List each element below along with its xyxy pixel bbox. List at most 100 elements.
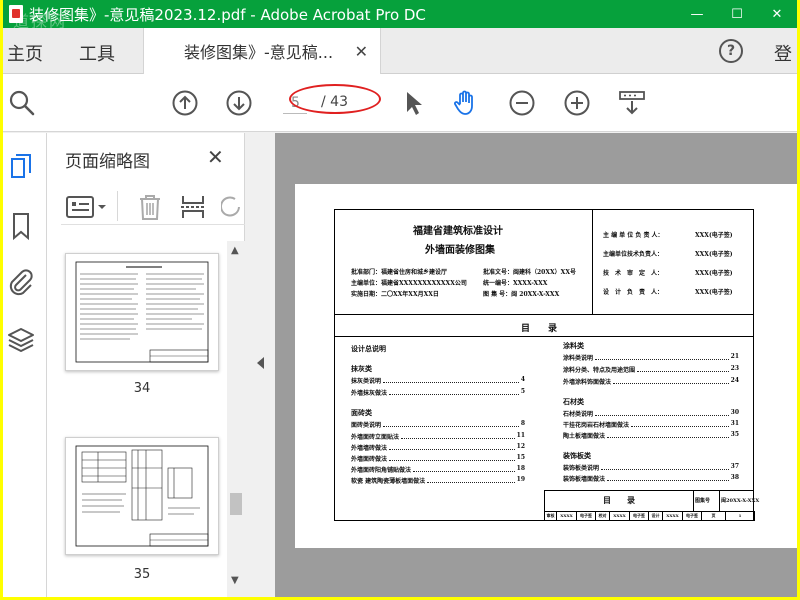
panel-toolbar-divider (117, 191, 118, 221)
thumbnail-label-35: 35 (133, 567, 151, 582)
toc-entry-text: 抹灰类 (351, 364, 372, 373)
close-window-button[interactable]: ✕ (757, 0, 797, 28)
thumbnail-list: 34 35 (47, 241, 227, 597)
toc-entry-text: 装饰板类 (563, 451, 591, 460)
toc-left-entry: 抹灰类 (351, 364, 525, 374)
toc-entry-text: 涂料分类、特点及用途范围 (563, 367, 636, 374)
title-block-cell: 电子签 (577, 512, 596, 521)
thumbnail-options-icon[interactable] (65, 195, 109, 219)
meta-right-1: 批准文号：闽建科（20XX）XX号 (483, 269, 576, 276)
toolbar: / 43 (3, 74, 797, 132)
toc-entry-page: 30 (730, 409, 739, 416)
header-title-2: 外墙面装修图集 (425, 245, 495, 256)
toc-left-entry: 面砖类 (351, 408, 525, 418)
login-button[interactable]: 登 (774, 40, 792, 66)
scrollbar-thumb[interactable] (230, 493, 242, 515)
meta-left-1: 批准部门：福建省住房和城乡建设厅 (351, 269, 448, 276)
toc-entry-text: 设计总说明 (351, 344, 386, 353)
tab-bar: 主页 工具 装修图集》-意见稿... ✕ ? 登 (3, 28, 797, 74)
toc-left-entry: 抹灰类说明 4 (351, 376, 525, 385)
title-block-cell: 电子签 (683, 512, 702, 521)
toc-entry-text: 装饰板墙面做法 (563, 476, 606, 483)
toc-leader-dots (389, 454, 515, 461)
previous-page-icon[interactable] (171, 89, 199, 117)
title-block-cell: XXXX (663, 512, 683, 521)
zoom-search-icon[interactable] (8, 89, 36, 117)
collapse-panel-arrow-icon[interactable] (257, 357, 264, 369)
toc-entry-text: 装饰板类说明 (563, 465, 600, 472)
toc-right-entry: 装饰板类 (563, 451, 739, 461)
bookmark-icon[interactable] (6, 211, 36, 241)
scroll-up-arrow-icon[interactable]: ▲ (231, 245, 239, 256)
title-block-cell: 电子签 (630, 512, 649, 521)
page-thumbnails-icon[interactable] (6, 151, 36, 181)
toc-entry-page: 35 (730, 431, 739, 438)
toc-entry-text: 软瓷 建筑陶瓷薄板墙面做法 (351, 478, 426, 485)
toc-right-entry: 涂料分类、特点及用途范围 23 (563, 365, 739, 374)
pdf-page: 福建省建筑标准设计 外墙面装修图集 批准部门：福建省住房和城乡建设厅 批准文号：… (295, 184, 797, 548)
thumbnail-page-35[interactable] (65, 437, 219, 555)
toc-left-entry: 外墙面砖立面贴法 11 (351, 432, 525, 441)
toc-entry-page: 8 (520, 420, 525, 427)
title-bar: 道探网 装修图集》-意见稿2023.12.pdf - Adobe Acrobat… (3, 0, 797, 31)
help-button[interactable]: ? (719, 39, 743, 63)
title-block-cell: XXXX (557, 512, 577, 521)
next-page-icon[interactable] (225, 89, 253, 117)
toc-leader-dots (413, 465, 515, 472)
thumbnail-scrollbar[interactable]: ▲ ▼ (227, 241, 245, 597)
toc-entry-page: 18 (516, 465, 525, 472)
delete-page-icon[interactable] (137, 193, 163, 221)
toc-left-entry: 软瓷 建筑陶瓷薄板墙面做法 19 (351, 476, 525, 485)
toc-leader-dots (595, 409, 729, 416)
toc-entry-text: 外墙面砖立面贴法 (351, 434, 400, 441)
toc-entry-page: 5 (520, 388, 525, 395)
header-divider (592, 210, 593, 314)
select-cursor-icon[interactable] (399, 89, 427, 117)
toc-entry-text: 外墙墙砖做法 (351, 445, 388, 452)
panel-toolbar (61, 185, 245, 225)
toc-entry-page: 21 (730, 353, 739, 360)
maximize-button[interactable]: ☐ (717, 0, 757, 28)
fit-width-icon[interactable] (617, 89, 647, 117)
toc-leader-dots (607, 474, 729, 481)
tab-document[interactable]: 装修图集》-意见稿... ✕ (143, 28, 381, 74)
signer-name-4: XXX(电子签) (695, 289, 733, 296)
toc-title: 目 录 (521, 324, 558, 334)
title-block: 目 录 图集号 闽20XX-X-XXX 审核 XXXX 电子签 校对 XXXX 电子签 设计… (544, 490, 759, 521)
rotate-page-icon[interactable] (221, 193, 241, 221)
toc-right-entry: 干挂花岗岩石材墙面做法 31 (563, 420, 739, 429)
close-tab-button[interactable]: ✕ (355, 42, 368, 61)
close-panel-button[interactable]: ✕ (207, 145, 224, 169)
signer-name-3: XXX(电子签) (695, 270, 733, 277)
header-bottom-line (335, 314, 753, 315)
toc-right-entry: 石材类说明 30 (563, 409, 739, 418)
tab-tools[interactable]: 工具 (79, 40, 115, 66)
layers-icon[interactable] (6, 325, 36, 355)
toc-right-entry: 石材类 (563, 397, 739, 407)
attachment-icon[interactable] (6, 267, 36, 297)
meta-right-2: 统一编号：XXXX-XXX (483, 280, 548, 287)
insert-page-icon[interactable] (179, 193, 207, 221)
panel-title: 页面缩略图 (65, 152, 150, 172)
toc-entry-page: 11 (516, 432, 525, 439)
zoom-in-icon[interactable] (563, 89, 591, 117)
toc-entry-page: 12 (516, 443, 525, 450)
thumbnail-page-34[interactable] (65, 253, 219, 371)
thumbnail-34-content (75, 261, 209, 363)
zoom-out-icon[interactable] (508, 89, 536, 117)
title-block-divider (693, 491, 694, 511)
signer-name-2: XXX(电子签) (695, 251, 733, 258)
panel-splitter[interactable] (245, 133, 275, 597)
title-block-set-label: 图集号 (695, 498, 711, 504)
tab-home[interactable]: 主页 (7, 40, 43, 66)
minimize-button[interactable]: — (677, 0, 717, 28)
toc-entry-text: 外墙涂料饰面做法 (563, 379, 612, 386)
title-block-name: 目 录 (603, 495, 635, 505)
thumbnail-panel: 页面缩略图 ✕ 34 35 ▲ ▼ (47, 133, 245, 597)
hand-tool-icon[interactable] (451, 89, 479, 117)
scroll-down-arrow-icon[interactable]: ▼ (231, 575, 239, 586)
toc-entry-text: 外墙面砖阳角铺贴做法 (351, 467, 412, 474)
toc-right-entry: 外墙涂料饰面做法 24 (563, 377, 739, 386)
toc-entry-text: 外墙抹灰做法 (351, 390, 388, 397)
document-viewport[interactable]: 福建省建筑标准设计 外墙面装修图集 批准部门：福建省住房和城乡建设厅 批准文号：… (275, 133, 797, 597)
